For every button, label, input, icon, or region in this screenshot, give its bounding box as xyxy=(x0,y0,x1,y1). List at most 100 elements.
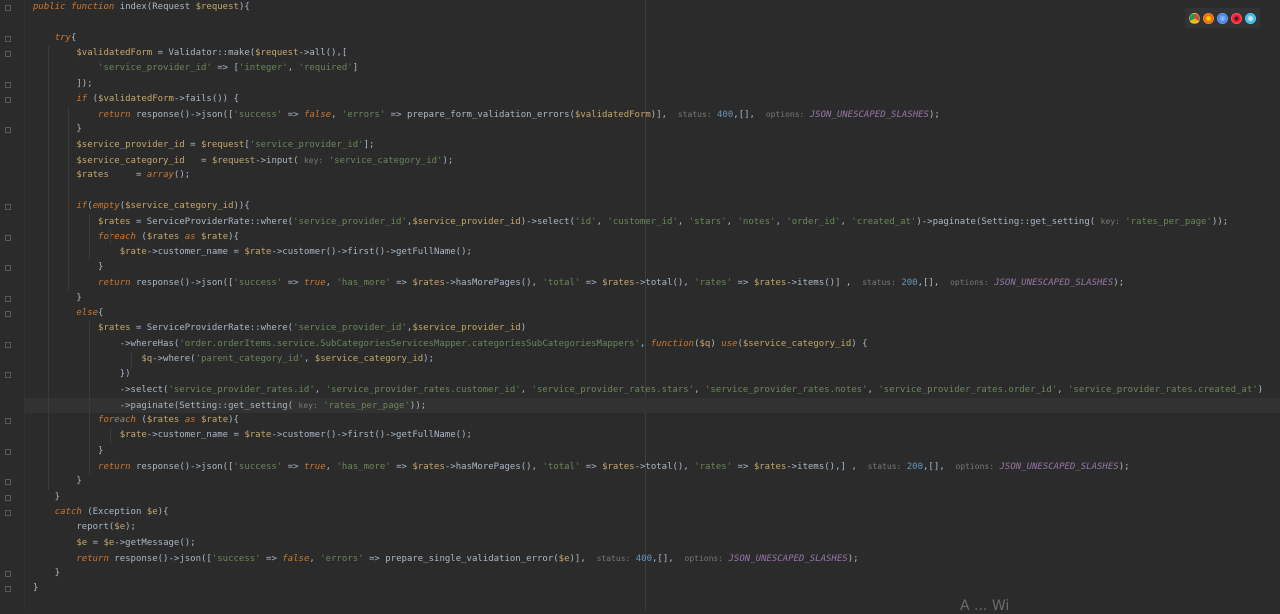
fold-marker-icon[interactable] xyxy=(5,81,11,88)
code-text: foreach ($rates as $rate){ xyxy=(98,415,239,426)
code-line[interactable]: if ($validatedForm->fails()) { xyxy=(24,92,1280,107)
code-line[interactable] xyxy=(24,184,1280,199)
code-text: report($e); xyxy=(33,522,136,533)
code-line[interactable]: public function index(Request $request){ xyxy=(24,0,1280,15)
code-text: public function index(Request $request){ xyxy=(33,2,250,12)
fold-marker-icon[interactable] xyxy=(5,35,11,42)
fold-marker-icon[interactable] xyxy=(5,96,11,103)
fold-marker-icon[interactable] xyxy=(5,127,11,134)
code-text: foreach ($rates as $rate){ xyxy=(98,231,239,242)
code-text: ->whereHas('order.orderItems.service.Sub… xyxy=(33,338,868,349)
firefox-icon[interactable] xyxy=(1203,12,1214,24)
code-line[interactable]: $q->where('parent_category_id', $service… xyxy=(24,352,1280,367)
code-line[interactable]: else{ xyxy=(24,306,1280,321)
code-text: } xyxy=(33,124,82,135)
code-text: ]); xyxy=(33,78,93,89)
code-line[interactable]: report($e); xyxy=(24,520,1280,535)
fold-marker-icon[interactable] xyxy=(5,571,11,578)
code-line[interactable]: ->paginate(Setting::get_setting( key: 'r… xyxy=(24,397,1280,413)
indent-guide xyxy=(48,45,49,490)
code-line[interactable]: ->select('service_provider_rates.id', 's… xyxy=(24,383,1280,398)
fold-marker-icon[interactable] xyxy=(5,586,11,593)
code-line[interactable]: $validatedForm = Validator::make($reques… xyxy=(24,46,1280,61)
code-text: catch (Exception $e){ xyxy=(54,506,169,517)
code-text: return response()->json(['success' => tr… xyxy=(98,278,1125,289)
chromium-icon[interactable] xyxy=(1217,12,1228,24)
code-text: ->select('service_provider_rates.id', 's… xyxy=(33,384,1264,395)
code-text: } xyxy=(33,476,82,487)
fold-marker-icon[interactable] xyxy=(5,494,11,501)
code-line[interactable]: }) xyxy=(24,367,1280,382)
code-text: } xyxy=(33,568,61,579)
code-line[interactable]: return response()->json(['success' => tr… xyxy=(24,459,1280,474)
code-text: return response()->json(['success' => fa… xyxy=(76,553,859,564)
fold-marker-icon[interactable] xyxy=(5,448,11,455)
code-text: $e = $e->getMessage(); xyxy=(76,537,196,548)
code-line[interactable]: } xyxy=(24,122,1280,137)
code-text: } xyxy=(33,445,104,456)
code-line[interactable]: $service_provider_id = $request['service… xyxy=(24,138,1280,153)
code-line[interactable]: return response()->json(['success' => tr… xyxy=(24,275,1280,290)
code-text: } xyxy=(33,292,82,303)
code-line[interactable]: return response()->json(['success' => fa… xyxy=(24,107,1280,122)
indent-guide xyxy=(131,351,132,368)
code-text: if(empty($service_category_id)){ xyxy=(76,200,250,211)
fold-marker-icon[interactable] xyxy=(5,479,11,486)
code-line[interactable]: } xyxy=(24,581,1280,596)
fold-marker-icon[interactable] xyxy=(5,372,11,379)
fold-marker-icon[interactable] xyxy=(5,418,11,425)
code-text: ->paginate(Setting::get_setting( key: 'r… xyxy=(33,400,427,411)
code-text: $validatedForm = Validator::make($reques… xyxy=(76,47,348,58)
opera-icon[interactable] xyxy=(1231,12,1242,24)
code-line[interactable]: } xyxy=(24,291,1280,306)
code-line[interactable]: } xyxy=(24,444,1280,459)
code-line[interactable]: foreach ($rates as $rate){ xyxy=(24,230,1280,245)
code-line[interactable]: 'service_provider_id' => ['integer', 're… xyxy=(24,61,1280,76)
code-line[interactable] xyxy=(24,15,1280,30)
code-text: 'service_provider_id' => ['integer', 're… xyxy=(98,63,359,74)
code-text: else{ xyxy=(76,308,104,318)
code-line[interactable]: $service_category_id = $request->input( … xyxy=(24,153,1280,168)
code-line[interactable]: $rate->customer_name = $rate->customer()… xyxy=(24,428,1280,443)
code-line[interactable]: if(empty($service_category_id)){ xyxy=(24,199,1280,214)
code-text: $rate->customer_name = $rate->customer()… xyxy=(119,246,472,257)
code-line[interactable]: $rates = array(); xyxy=(24,168,1280,183)
code-line[interactable]: try{ xyxy=(24,31,1280,46)
fold-marker-icon[interactable] xyxy=(5,50,11,57)
code-line[interactable]: } xyxy=(24,566,1280,581)
ie-icon[interactable] xyxy=(1245,12,1256,24)
indent-guide xyxy=(68,107,69,291)
code-editor[interactable]: public function index(Request $request){… xyxy=(24,0,1280,610)
code-line[interactable]: ->whereHas('order.orderItems.service.Sub… xyxy=(24,337,1280,352)
code-text: try{ xyxy=(54,32,77,43)
code-line[interactable]: $rates = ServiceProviderRate::where('ser… xyxy=(24,321,1280,336)
fold-marker-icon[interactable] xyxy=(5,311,11,317)
code-line[interactable]: foreach ($rates as $rate){ xyxy=(24,413,1280,428)
fold-marker-icon[interactable] xyxy=(5,265,11,272)
code-line[interactable]: $rates = ServiceProviderRate::where('ser… xyxy=(24,214,1280,229)
code-line[interactable]: return response()->json(['success' => fa… xyxy=(24,551,1280,566)
browser-preview-bar xyxy=(1185,8,1260,28)
code-line[interactable]: $rate->customer_name = $rate->customer()… xyxy=(24,245,1280,260)
code-text: $rates = ServiceProviderRate::where('ser… xyxy=(98,323,527,334)
code-line[interactable]: $e = $e->getMessage(); xyxy=(24,536,1280,551)
fold-marker-icon[interactable] xyxy=(5,5,11,11)
fold-marker-icon[interactable] xyxy=(5,203,11,210)
indent-guide xyxy=(89,321,90,475)
fold-marker-icon[interactable] xyxy=(5,295,11,302)
fold-marker-icon[interactable] xyxy=(5,234,11,241)
editor-gutter xyxy=(0,0,25,610)
code-line[interactable]: ]); xyxy=(24,77,1280,92)
code-text: } xyxy=(33,491,61,502)
code-text: } xyxy=(33,583,39,594)
code-text: $service_category_id = $request->input( … xyxy=(76,156,454,166)
fold-marker-icon[interactable] xyxy=(5,509,11,516)
code-line[interactable]: } xyxy=(24,474,1280,489)
code-line[interactable]: } xyxy=(24,260,1280,275)
code-text: $rates = ServiceProviderRate::where('ser… xyxy=(98,217,1229,228)
fold-marker-icon[interactable] xyxy=(5,341,11,348)
chrome-icon[interactable] xyxy=(1189,12,1200,24)
code-line[interactable]: } xyxy=(24,490,1280,505)
code-text: $service_provider_id = $request['service… xyxy=(76,139,375,150)
code-line[interactable]: catch (Exception $e){ xyxy=(24,505,1280,520)
